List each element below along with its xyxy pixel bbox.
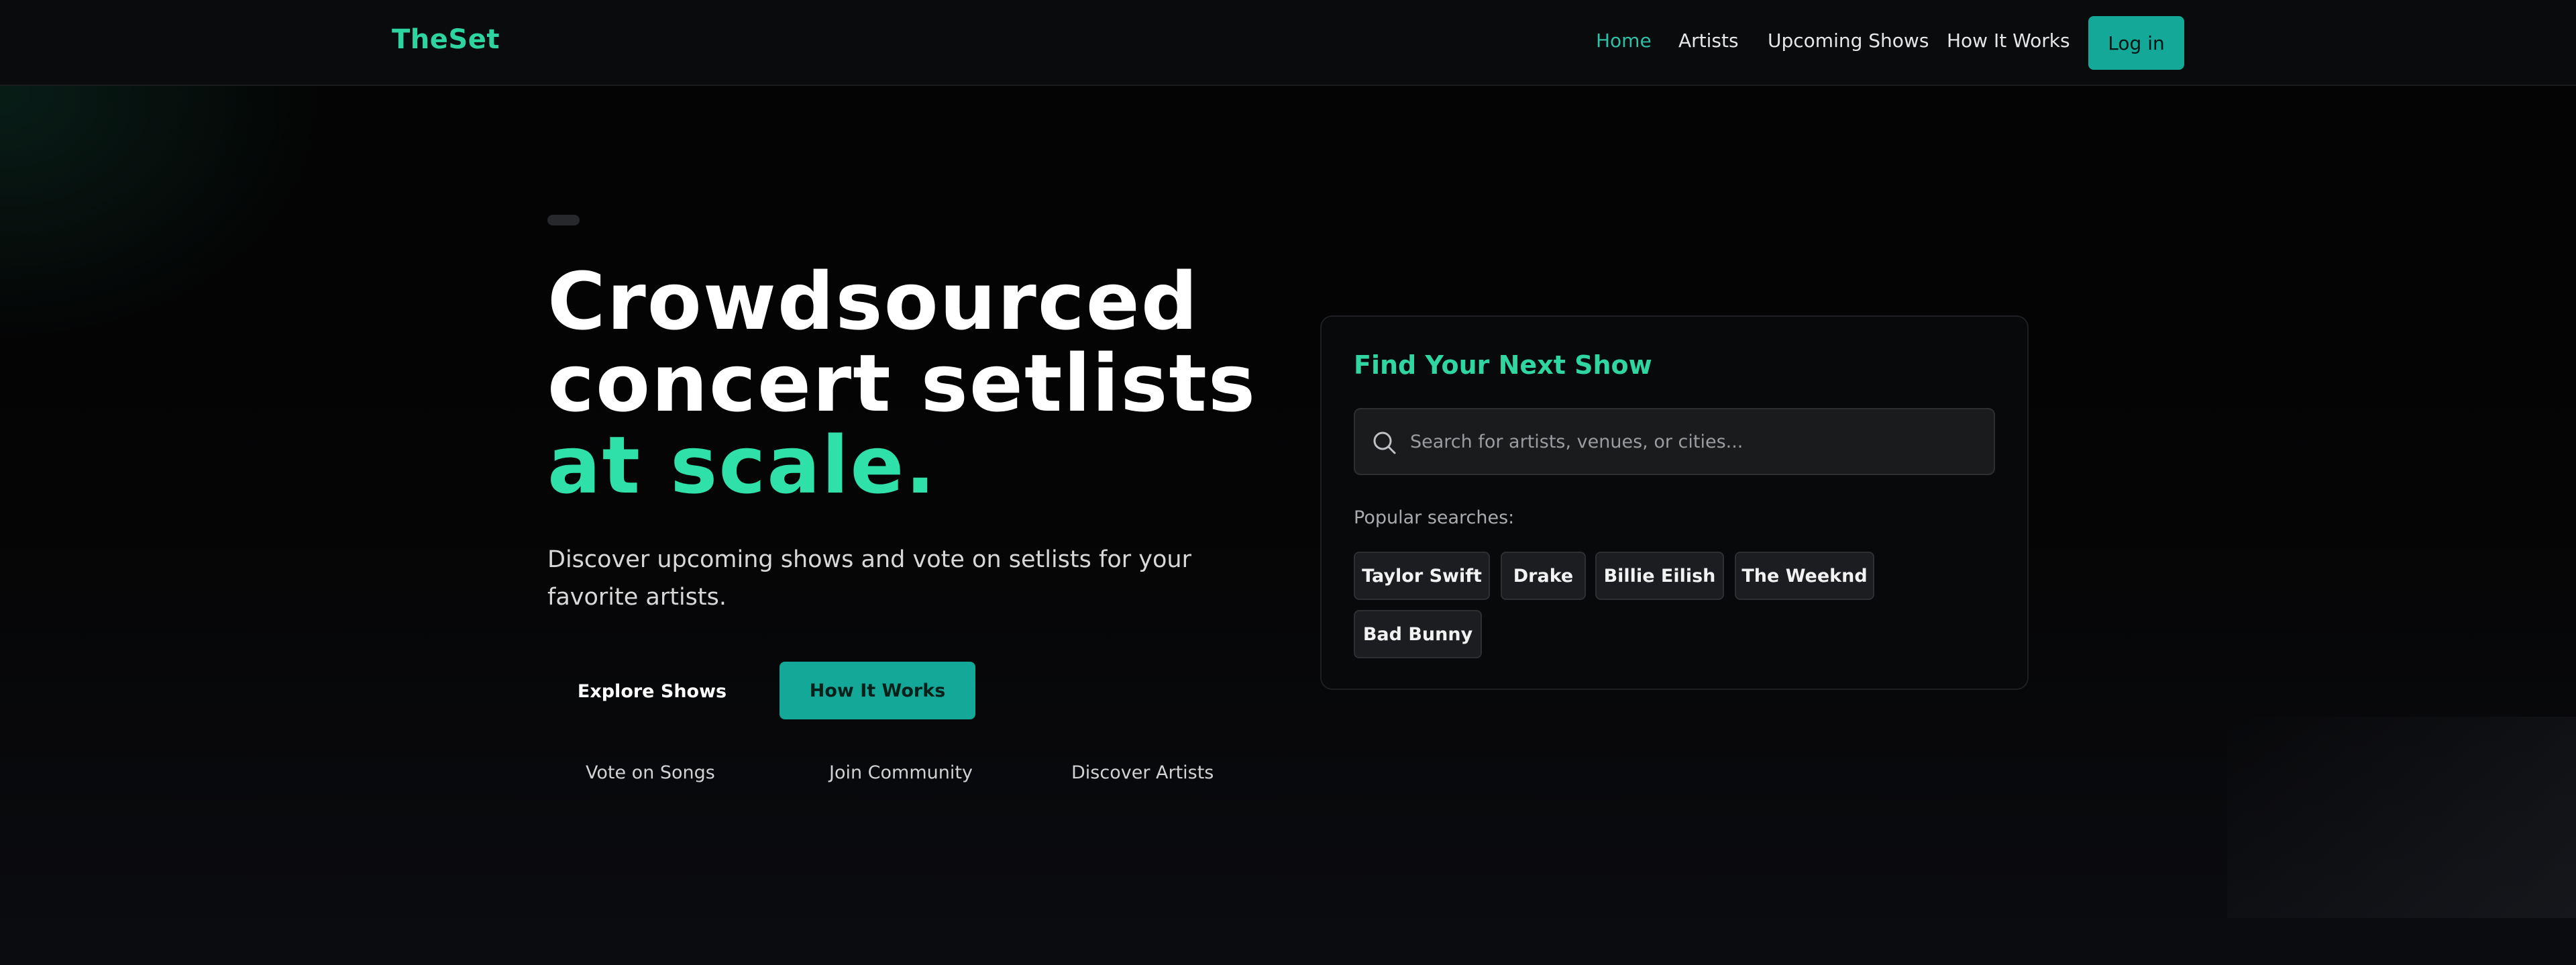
search-card-title: Find Your Next Show — [1354, 350, 1652, 380]
logo[interactable]: TheSet — [392, 24, 500, 55]
popular-search-chip[interactable]: Drake — [1501, 552, 1586, 600]
feature-vote-on-songs: Vote on Songs — [586, 762, 715, 783]
feature-discover-artists: Discover Artists — [1071, 762, 1214, 783]
search-input[interactable] — [1410, 409, 1987, 474]
popular-search-chip[interactable]: Taylor Swift — [1354, 552, 1490, 600]
search-card: Find Your Next Show Popular searches: Ta… — [1320, 315, 2029, 690]
nav-link-home[interactable]: Home — [1596, 30, 1652, 52]
search-icon — [1371, 429, 1398, 456]
hero-badge-placeholder — [547, 215, 580, 225]
background-glow — [2227, 717, 2576, 918]
popular-search-chip[interactable]: Bad Bunny — [1354, 610, 1482, 658]
page: TheSet Home Artists Upcoming Shows How I… — [0, 0, 2576, 965]
top-navbar: TheSet Home Artists Upcoming Shows How I… — [0, 0, 2576, 86]
hero-headline: Crowdsourced concert setlists at scale. — [547, 260, 1312, 506]
popular-searches-label: Popular searches: — [1354, 507, 1515, 528]
hero-headline-main: Crowdsourced concert setlists — [547, 255, 1257, 429]
hero-headline-accent: at scale. — [547, 419, 937, 511]
nav-link-how-it-works[interactable]: How It Works — [1947, 30, 2070, 52]
login-button[interactable]: Log in — [2088, 16, 2184, 70]
nav-link-upcoming-shows[interactable]: Upcoming Shows — [1768, 30, 1929, 52]
nav-link-artists[interactable]: Artists — [1678, 30, 1739, 52]
popular-search-chip[interactable]: The Weeknd — [1735, 552, 1874, 600]
search-box[interactable] — [1354, 408, 1995, 475]
feature-join-community: Join Community — [829, 762, 973, 783]
hero-subtitle: Discover upcoming shows and vote on setl… — [547, 546, 1191, 611]
explore-shows-button[interactable]: Explore Shows — [564, 662, 741, 720]
how-it-works-button[interactable]: How It Works — [780, 662, 975, 719]
popular-search-chip[interactable]: Billie Eilish — [1595, 552, 1724, 600]
